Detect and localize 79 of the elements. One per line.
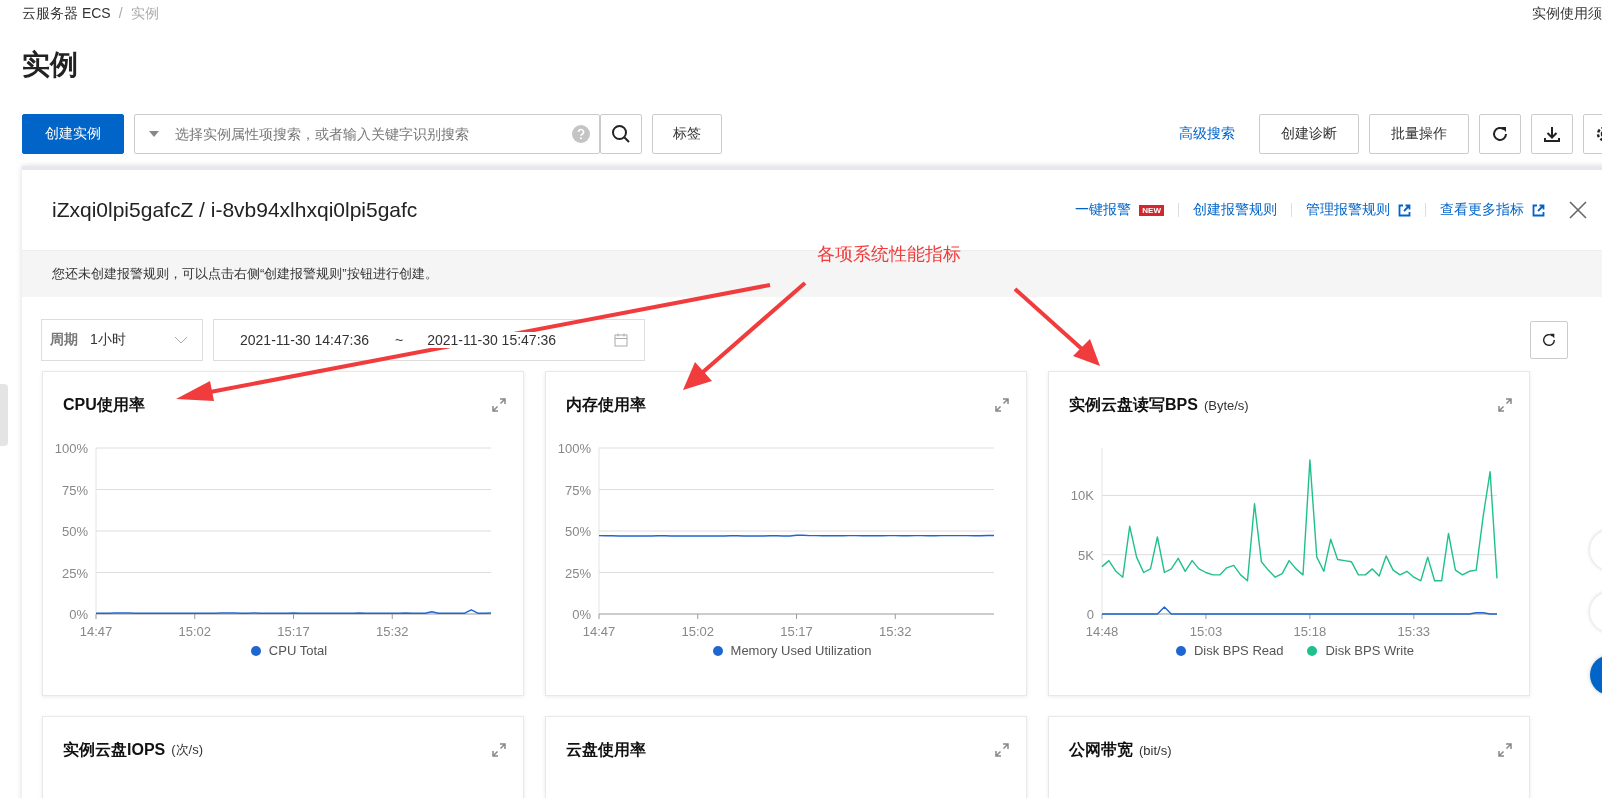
x-tick-label: 15:32	[879, 624, 912, 639]
chart-unit: (Byte/s)	[1203, 397, 1249, 413]
chart-title: CPU使用率	[63, 394, 145, 415]
expand-icon[interactable]	[1497, 397, 1513, 413]
annotation-text: 各项系统性能指标	[817, 243, 961, 266]
close-icon[interactable]	[1569, 201, 1587, 219]
chart-title: 实例云盘IOPS	[63, 739, 166, 760]
y-tick-label: 25%	[564, 565, 591, 581]
chart-title: 内存使用率	[566, 394, 646, 415]
expand-icon[interactable]	[1497, 742, 1513, 758]
notice-text: 您还未创建报警规则，可以点击右侧“创建报警规则”按钮进行创建。	[52, 265, 438, 283]
search-icon	[611, 124, 631, 144]
legend-label[interactable]: Disk BPS Read	[1193, 643, 1284, 658]
x-tick-label: 15:33	[1397, 624, 1431, 639]
expand-icon[interactable]	[994, 397, 1010, 413]
refresh-icon	[1491, 125, 1509, 143]
y-tick-label: 50%	[61, 524, 88, 539]
chart-unit: (bit/s)	[1139, 742, 1172, 758]
search-field[interactable]: 选择实例属性项搜索，或者输入关键字识别搜索	[134, 114, 600, 154]
y-tick-label: 25%	[61, 565, 88, 581]
x-tick-label: 15:17	[277, 624, 310, 639]
legend-label[interactable]: CPU Total	[268, 643, 328, 658]
instance-title: iZxqi0lpi5gafcZ / i-8vb94xlhxqi0lpi5gafc	[52, 198, 418, 222]
x-tick-label: 15:02	[681, 624, 714, 639]
download-button[interactable]	[1531, 114, 1573, 154]
y-tick-label: 100%	[557, 441, 591, 456]
chevron-down-icon	[174, 336, 188, 344]
create-instance-button[interactable]: 创建实例	[22, 114, 124, 154]
alarm-link[interactable]: 一键报警	[1075, 201, 1132, 219]
y-tick-label: 0	[1086, 607, 1094, 622]
alarm-link[interactable]: 创建报警规则	[1193, 201, 1277, 219]
expand-icon[interactable]	[994, 742, 1010, 758]
x-tick-label: 15:03	[1189, 624, 1223, 639]
search-button[interactable]	[600, 114, 642, 154]
refresh-icon	[1541, 332, 1557, 348]
period-select[interactable]: 周期 1小时	[41, 319, 203, 361]
y-tick-label: 100%	[54, 441, 88, 456]
caret-icon	[149, 131, 159, 137]
tag-button[interactable]: 标签	[652, 114, 722, 154]
refresh-button[interactable]	[1479, 114, 1521, 154]
breadcrumb-item: 实例	[130, 5, 159, 23]
date-range-field[interactable]: 2021-11-30 14:47:36 ~ 2021-11-30 15:47:36	[213, 319, 645, 361]
x-tick-label: 15:02	[178, 624, 211, 639]
chart-title: 实例云盘读写BPS	[1069, 394, 1198, 415]
y-tick-label: 5K	[1078, 547, 1094, 563]
legend-label[interactable]: Disk BPS Write	[1325, 643, 1415, 658]
page-title: 实例	[22, 48, 79, 82]
chart-unit: (次/s)	[171, 741, 203, 759]
x-tick-label: 15:18	[1293, 624, 1327, 639]
x-tick-label: 14:47	[79, 624, 113, 639]
legend-label[interactable]: Memory Used Utilization	[730, 643, 872, 658]
advanced-search-link[interactable]: 高级搜索	[1179, 125, 1235, 143]
y-tick-label: 0%	[572, 607, 591, 622]
x-tick-label: 15:17	[780, 624, 813, 639]
download-icon	[1543, 125, 1561, 143]
notice-link[interactable]: 实例使用须	[1532, 5, 1602, 23]
external-link-icon[interactable]	[1398, 203, 1411, 217]
chart-title: 云盘使用率	[566, 739, 646, 760]
y-tick-label: 0%	[69, 607, 88, 622]
toolbar-button[interactable]: 创建诊断	[1259, 114, 1359, 154]
alarm-link[interactable]: 查看更多指标	[1440, 201, 1524, 219]
toolbar-button[interactable]: 批量操作	[1369, 114, 1469, 154]
expand-icon[interactable]	[491, 397, 507, 413]
y-tick-label: 75%	[61, 482, 88, 498]
external-link-icon[interactable]	[1532, 203, 1545, 217]
breadcrumb-separator: /	[118, 5, 123, 23]
alarm-link[interactable]: 管理报警规则	[1306, 201, 1390, 219]
x-tick-label: 15:32	[376, 624, 409, 639]
calendar-icon	[614, 333, 628, 347]
x-tick-label: 14:47	[582, 624, 616, 639]
new-badge: NEW	[1139, 204, 1164, 216]
y-tick-label: 75%	[564, 482, 591, 498]
x-tick-label: 14:48	[1085, 624, 1119, 639]
breadcrumb-item[interactable]: 云服务器 ECS	[22, 5, 111, 23]
y-tick-label: 50%	[564, 524, 591, 539]
refresh-button[interactable]	[1530, 321, 1568, 359]
y-tick-label: 10K	[1070, 488, 1094, 504]
expand-icon[interactable]	[491, 742, 507, 758]
chart-title: 公网带宽	[1069, 739, 1133, 760]
